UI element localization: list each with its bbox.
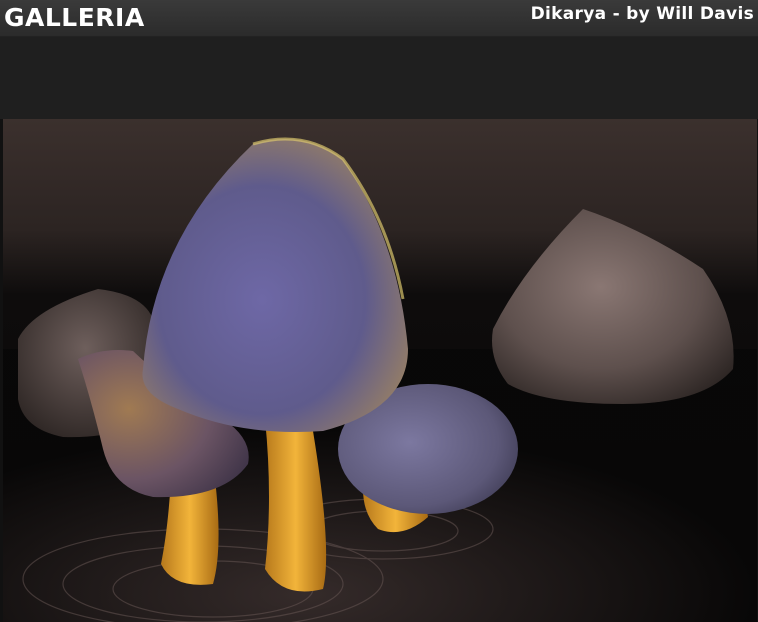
thumbnail-strip[interactable] (0, 37, 758, 119)
galleria-logo-text: GALLERIA (4, 3, 145, 32)
header-bar: GALLERIA Dikarya - by Will Davis (0, 0, 758, 37)
galleria-viewer: GALLERIA Dikarya - by Will Davis (0, 0, 758, 622)
main-image-stage[interactable] (3, 119, 757, 622)
image-caption: Dikarya - by Will Davis (530, 4, 754, 24)
mushroom-render-image (3, 119, 757, 622)
